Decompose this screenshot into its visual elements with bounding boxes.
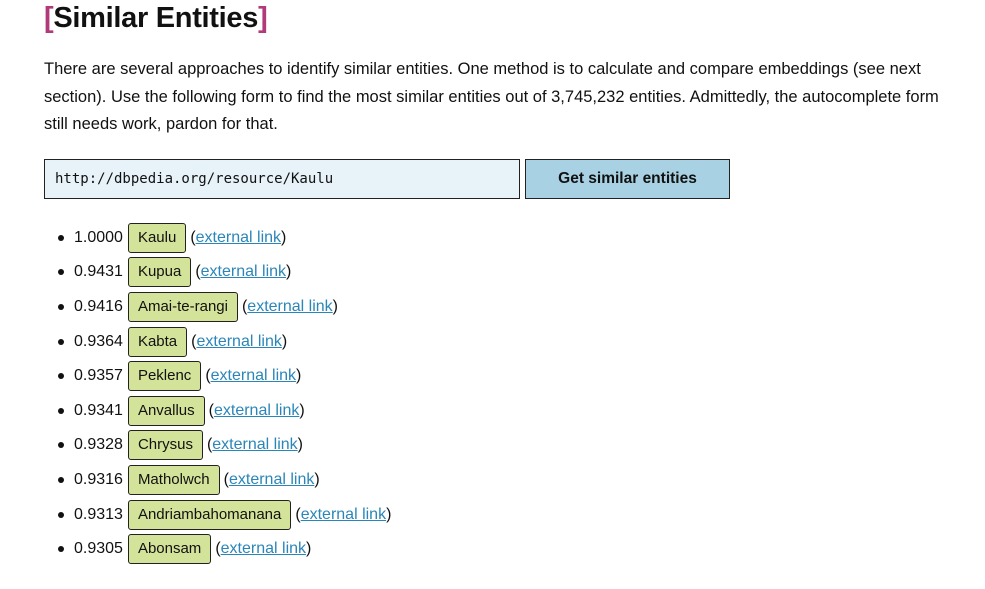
list-item: 0.9431 Kupua (external link) bbox=[58, 255, 964, 290]
entity-button[interactable]: Matholwch bbox=[127, 464, 220, 495]
bullet-icon bbox=[58, 546, 64, 553]
entity-button[interactable]: Kupua bbox=[127, 257, 192, 288]
external-link-wrapper: (external link) bbox=[241, 297, 338, 315]
similarity-score: 0.9316 bbox=[74, 470, 123, 488]
title-text: Similar Entities bbox=[53, 2, 259, 34]
entity-button[interactable]: Amai-te-rangi bbox=[127, 291, 238, 322]
bullet-icon bbox=[58, 338, 64, 345]
entity-button[interactable]: Kabta bbox=[127, 326, 188, 357]
bullet-icon bbox=[58, 511, 64, 518]
list-item: 0.9416 Amai-te-rangi (external link) bbox=[58, 290, 964, 325]
external-link[interactable]: external link bbox=[221, 540, 306, 557]
similarity-form: Get similar entities bbox=[44, 158, 964, 199]
list-item: 0.9328 Chrysus (external link) bbox=[58, 428, 964, 463]
similarity-score: 0.9328 bbox=[74, 436, 123, 454]
external-link[interactable]: external link bbox=[211, 367, 296, 384]
title-bracket-open: [ bbox=[44, 2, 54, 34]
external-link-wrapper: (external link) bbox=[205, 367, 302, 385]
entity-button[interactable]: Peklenc bbox=[127, 361, 202, 392]
title-bracket-close: ] bbox=[258, 2, 268, 34]
similarity-score: 0.9416 bbox=[74, 297, 123, 315]
external-link-wrapper: (external link) bbox=[223, 470, 320, 488]
external-link[interactable]: external link bbox=[301, 506, 386, 523]
external-link[interactable]: external link bbox=[247, 298, 332, 315]
bullet-icon bbox=[58, 269, 64, 276]
bullet-icon bbox=[58, 373, 64, 380]
external-link[interactable]: external link bbox=[229, 471, 314, 488]
page-title: [Similar Entities] bbox=[44, 0, 964, 36]
external-link-wrapper: (external link) bbox=[208, 401, 305, 419]
entity-button[interactable]: Abonsam bbox=[127, 534, 212, 565]
list-item: 0.9305 Abonsam (external link) bbox=[58, 532, 964, 567]
entity-url-input[interactable] bbox=[44, 158, 520, 199]
external-link[interactable]: external link bbox=[196, 333, 281, 350]
list-item: 0.9341 Anvallus (external link) bbox=[58, 393, 964, 428]
bullet-icon bbox=[58, 234, 64, 241]
list-item: 0.9316 Matholwch (external link) bbox=[58, 463, 964, 498]
similarity-score: 0.9357 bbox=[74, 367, 123, 385]
external-link[interactable]: external link bbox=[214, 402, 299, 419]
intro-paragraph: There are several approaches to identify… bbox=[44, 60, 939, 133]
bullet-icon bbox=[58, 303, 64, 310]
similar-entities-section: [Similar Entities] There are several app… bbox=[44, 0, 964, 566]
similarity-score: 0.9313 bbox=[74, 505, 123, 523]
external-link-wrapper: (external link) bbox=[190, 228, 287, 246]
list-item: 1.0000 Kaulu (external link) bbox=[58, 221, 964, 256]
external-link[interactable]: external link bbox=[201, 263, 286, 280]
entity-button[interactable]: Anvallus bbox=[127, 395, 205, 426]
external-link-wrapper: (external link) bbox=[195, 263, 292, 281]
similarity-score: 0.9305 bbox=[74, 540, 123, 558]
similarity-score: 0.9364 bbox=[74, 332, 123, 350]
similarity-score: 0.9431 bbox=[74, 263, 123, 281]
entity-button[interactable]: Andriambahomanana bbox=[127, 499, 292, 530]
external-link-wrapper: (external link) bbox=[295, 505, 392, 523]
entity-button[interactable]: Chrysus bbox=[127, 430, 203, 461]
external-link-wrapper: (external link) bbox=[215, 540, 312, 558]
list-item: 0.9364 Kabta (external link) bbox=[58, 324, 964, 359]
list-item: 0.9357 Peklenc (external link) bbox=[58, 359, 964, 394]
get-similar-entities-button[interactable]: Get similar entities bbox=[525, 158, 730, 199]
entity-button[interactable]: Kaulu bbox=[127, 222, 187, 253]
external-link[interactable]: external link bbox=[212, 436, 297, 453]
external-link-wrapper: (external link) bbox=[191, 332, 288, 350]
similarity-score: 0.9341 bbox=[74, 401, 123, 419]
bullet-icon bbox=[58, 476, 64, 483]
bullet-icon bbox=[58, 442, 64, 449]
list-item: 0.9313 Andriambahomanana (external link) bbox=[58, 497, 964, 532]
results-list: 1.0000 Kaulu (external link) 0.9431 Kupu… bbox=[44, 221, 964, 567]
bullet-icon bbox=[58, 407, 64, 414]
external-link-wrapper: (external link) bbox=[206, 436, 303, 454]
external-link[interactable]: external link bbox=[196, 229, 281, 246]
similarity-score: 1.0000 bbox=[74, 228, 123, 246]
